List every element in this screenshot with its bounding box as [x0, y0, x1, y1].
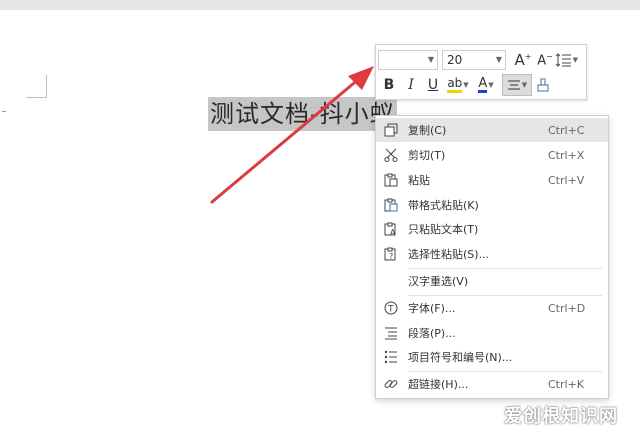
menu-item-paste-text[interactable]: A 只粘贴文本(T)	[376, 217, 608, 241]
menu-item-shortcut: Ctrl+X	[548, 148, 585, 162]
format-painter-button[interactable]	[532, 74, 554, 96]
grow-font-icon: A+	[514, 51, 532, 69]
menu-item-copy[interactable]: 复制(C) Ctrl+C	[376, 118, 608, 142]
menu-item-label: 粘贴	[408, 174, 430, 187]
font-size-value: 20	[447, 53, 463, 67]
menu-item-label: 汉字重选(V)	[408, 275, 469, 288]
chevron-down-icon: ▼	[572, 56, 578, 64]
menu-item-label: 带格式粘贴(K)	[408, 199, 479, 212]
align-center-button[interactable]: ▼	[502, 74, 532, 96]
menu-item-label: 只粘贴文本(T)	[408, 223, 479, 236]
italic-button[interactable]: I	[400, 74, 422, 96]
bold-button[interactable]: B	[378, 74, 400, 96]
menu-item-paste[interactable]: 粘贴 Ctrl+V	[376, 168, 608, 192]
font-size-combo[interactable]: 20 ▼	[442, 50, 506, 70]
paste-text-icon: A	[384, 222, 398, 236]
menu-item-label: 超链接(H)...	[408, 378, 469, 391]
context-menu: 复制(C) Ctrl+C 剪切(T) Ctrl+X 粘贴 Ctrl+V 带格式粘…	[375, 115, 609, 399]
menu-item-label: 段落(P)...	[408, 327, 456, 340]
chevron-down-icon: ▼	[427, 55, 434, 64]
line-spacing-button[interactable]: ▼	[556, 49, 578, 71]
chevron-down-icon: ▼	[521, 81, 528, 89]
menu-item-font[interactable]: T 字体(F)... Ctrl+D	[376, 296, 608, 320]
font-name-combo[interactable]: ▼	[378, 50, 438, 70]
eraser-icon	[537, 78, 549, 92]
site-watermark: 爱创根知识网	[504, 406, 618, 427]
svg-text:A: A	[390, 228, 396, 236]
menu-item-label: 复制(C)	[408, 124, 447, 137]
chevron-down-icon: ▼	[495, 55, 502, 64]
menu-item-shortcut: Ctrl+K	[548, 377, 585, 391]
highlight-icon: ab	[447, 77, 463, 93]
paste-format-icon	[384, 198, 398, 212]
menu-item-hyperlink[interactable]: 超链接(H)... Ctrl+K	[376, 372, 608, 396]
list-icon	[384, 350, 398, 364]
underline-icon: U	[427, 77, 439, 93]
bold-icon: B	[383, 77, 395, 93]
shrink-font-button[interactable]: A−	[534, 49, 556, 71]
menu-item-shortcut: Ctrl+V	[548, 173, 585, 187]
line-spacing-icon	[556, 53, 571, 67]
chevron-down-icon: ▼	[463, 81, 469, 89]
font-color-icon: A	[478, 76, 488, 93]
link-icon	[384, 377, 398, 391]
svg-text:T: T	[387, 305, 394, 315]
menu-item-label: 字体(F)...	[408, 302, 456, 315]
svg-text:?: ?	[389, 252, 393, 261]
menu-item-label: 项目符号和编号(N)...	[408, 351, 513, 364]
copy-icon	[384, 123, 398, 137]
menu-item-paste-format[interactable]: 带格式粘贴(K)	[376, 193, 608, 217]
menu-item-shortcut: Ctrl+C	[548, 123, 585, 137]
chevron-down-icon: ▼	[488, 81, 494, 89]
menu-item-reselect-hanzi[interactable]: 汉字重选(V)	[376, 269, 608, 293]
align-center-icon	[507, 80, 520, 90]
scissors-icon	[384, 148, 398, 162]
italic-icon: I	[408, 77, 414, 93]
menu-item-bullets-numbering[interactable]: 项目符号和编号(N)...	[376, 345, 608, 369]
paste-special-icon: ?	[384, 247, 398, 261]
mini-format-toolbar: ▼ 20 ▼ A+ A− ▼ B I U ab ▼ A ▼ ▼	[375, 44, 587, 100]
paste-icon	[384, 173, 398, 187]
paragraph-icon	[384, 326, 398, 340]
menu-item-paragraph[interactable]: 段落(P)...	[376, 321, 608, 345]
shrink-font-icon: A−	[537, 51, 553, 69]
highlight-button[interactable]: ab ▼	[444, 74, 472, 96]
font-icon: T	[384, 301, 398, 315]
underline-button[interactable]: U	[422, 74, 444, 96]
menu-item-label: 选择性粘贴(S)...	[408, 248, 490, 261]
grow-font-button[interactable]: A+	[512, 49, 534, 71]
menu-item-label: 剪切(T)	[408, 149, 446, 162]
menu-item-paste-special[interactable]: ? 选择性粘贴(S)...	[376, 242, 608, 266]
menu-item-cut[interactable]: 剪切(T) Ctrl+X	[376, 143, 608, 167]
font-color-button[interactable]: A ▼	[472, 74, 500, 96]
menu-item-shortcut: Ctrl+D	[548, 301, 586, 315]
